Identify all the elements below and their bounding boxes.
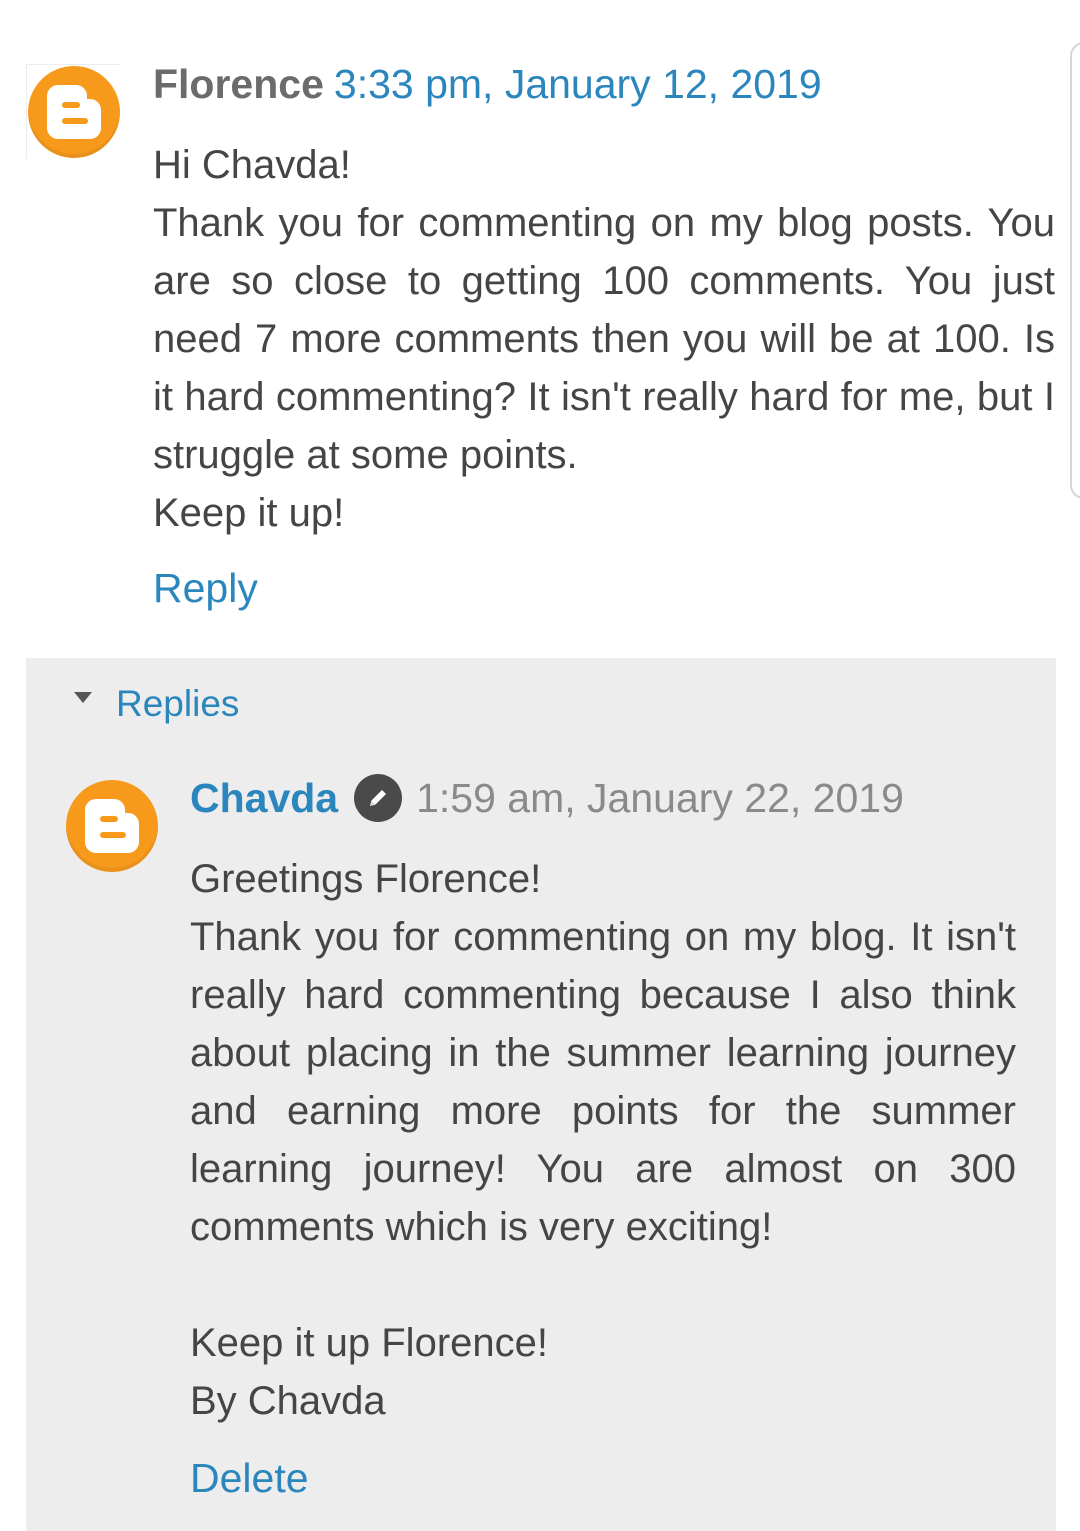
comment-avatar[interactable] bbox=[26, 64, 121, 159]
replies-toggle[interactable]: Replies bbox=[74, 682, 239, 726]
blogger-logo-icon bbox=[28, 66, 120, 158]
reply-avatar[interactable] bbox=[66, 780, 158, 872]
replies-toggle-label: Replies bbox=[116, 683, 240, 724]
replies-thread: Replies Chavda 1:59 am, January 22, 2019… bbox=[26, 658, 1056, 1531]
comment-text-line: Thank you for commenting on my blog post… bbox=[153, 201, 1055, 477]
reply-text-line: Greetings Florence! bbox=[190, 857, 542, 901]
comment-timestamp-link[interactable]: 3:33 pm, January 12, 2019 bbox=[334, 61, 822, 107]
comment-text-line: Keep it up! bbox=[153, 491, 345, 535]
blogger-logo-icon bbox=[66, 780, 158, 872]
reply-author-link[interactable]: Chavda bbox=[190, 774, 338, 822]
reply-text-line: Thank you for commenting on my blog. It … bbox=[190, 915, 1016, 1249]
comment-header: Florence 3:33 pm, January 12, 2019 bbox=[153, 60, 822, 108]
delete-button[interactable]: Delete bbox=[190, 1454, 309, 1502]
reply-blank-line bbox=[190, 1256, 1016, 1314]
pencil-icon bbox=[354, 774, 403, 822]
comment-author: Florence bbox=[153, 61, 324, 107]
scrollbar-edge[interactable] bbox=[1070, 42, 1080, 499]
reply-body: Greetings Florence! Thank you for commen… bbox=[190, 850, 1016, 1430]
reply-text-line: Keep it up Florence! bbox=[190, 1321, 548, 1365]
reply-button[interactable]: Reply bbox=[153, 564, 258, 612]
caret-down-icon bbox=[74, 691, 92, 703]
reply-text-line: By Chavda bbox=[190, 1379, 386, 1423]
reply-header: Chavda 1:59 am, January 22, 2019 bbox=[190, 774, 904, 822]
comment-text-line: Hi Chavda! bbox=[153, 143, 351, 187]
comment-body: Hi Chavda! Thank you for commenting on m… bbox=[153, 136, 1055, 542]
reply-timestamp-link[interactable]: 1:59 am, January 22, 2019 bbox=[416, 774, 904, 822]
